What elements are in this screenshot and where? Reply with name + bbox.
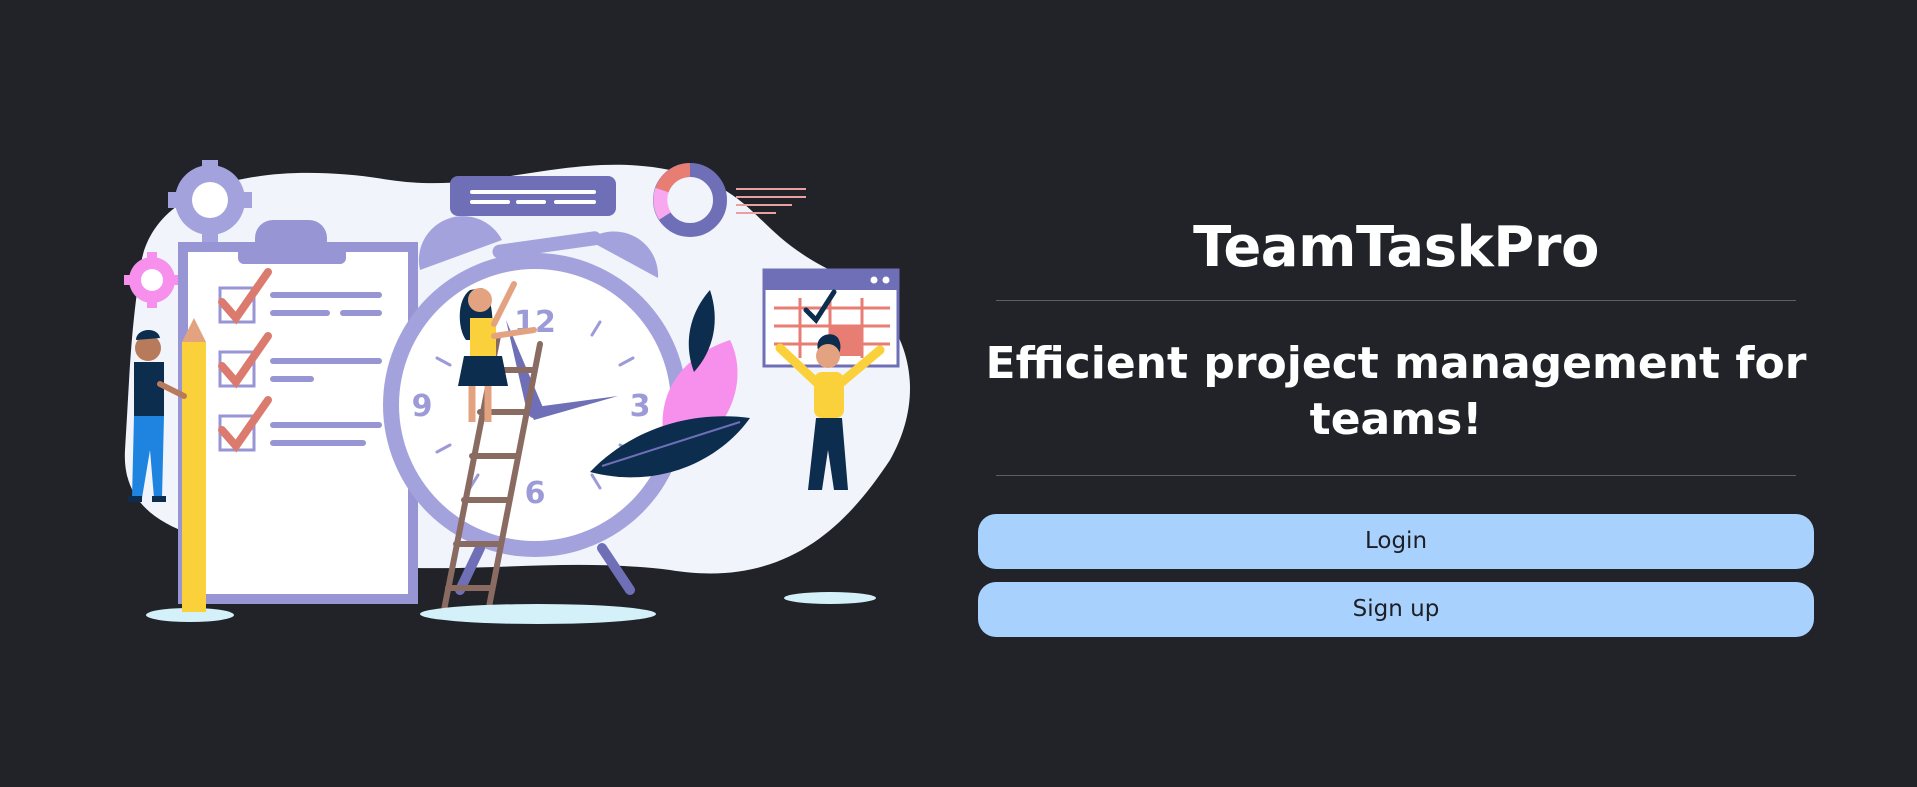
ground-shadow-center: [420, 604, 656, 624]
checklist-clipboard: [178, 220, 418, 604]
team-time-management-illustration: 12 3 6 9: [124, 160, 910, 624]
login-button[interactable]: Login: [978, 514, 1814, 569]
divider-bottom: [996, 475, 1796, 476]
message-bubble-icon: [450, 176, 616, 216]
clock-number-9: 9: [412, 389, 433, 424]
auth-panel: TeamTaskPro Efficient project management…: [978, 205, 1814, 637]
clock-number-6: 6: [525, 476, 546, 511]
tagline: Efficient project management for teams!: [985, 338, 1807, 445]
signup-button[interactable]: Sign up: [978, 582, 1814, 637]
app-title: TeamTaskPro: [1193, 215, 1599, 280]
landing-page: 12 3 6 9 TeamTaskPro Efficient project m…: [0, 0, 1917, 787]
clock-number-3: 3: [630, 389, 651, 424]
